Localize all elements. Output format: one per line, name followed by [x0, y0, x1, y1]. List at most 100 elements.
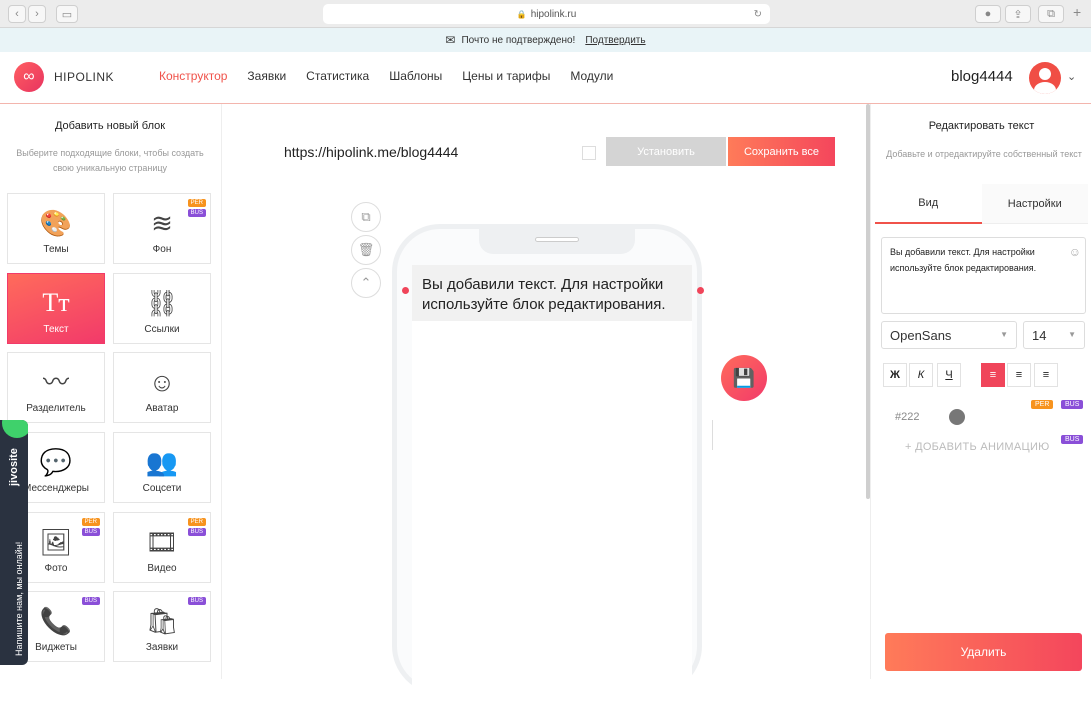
text-editor-value: Вы добавили текст. Для настройки использ… [890, 247, 1037, 273]
tab-view[interactable]: Вид [875, 184, 982, 224]
page-url[interactable]: https://hipolink.me/blog4444 [284, 144, 458, 160]
tile-label: Ссылки [144, 324, 180, 335]
floppy-save-icon[interactable]: 💾 [721, 355, 767, 401]
font-select-value: OpenSans [890, 327, 952, 343]
chat-widget[interactable]: jivosite Напишите нам, мы онлайн! [0, 420, 28, 665]
align-center-icon[interactable]: ≡ [1007, 363, 1031, 387]
download-icon[interactable]: ● [975, 5, 1001, 23]
tile-label: Заявки [145, 642, 179, 653]
avatar[interactable] [1029, 62, 1061, 94]
nav-requests[interactable]: Заявки [247, 69, 286, 83]
text-block[interactable]: Вы добавили текст. Для настройки использ… [412, 265, 692, 321]
install-button[interactable]: Установить [606, 137, 726, 166]
network-icon: 👥 [145, 447, 179, 477]
tile-divider[interactable]: 〰 Разделитель [7, 352, 105, 423]
align-right-icon[interactable]: ≡ [1034, 363, 1058, 387]
delete-button[interactable]: Удалить [885, 633, 1082, 671]
tile-label: Аватар [145, 403, 179, 414]
tabs-icon[interactable]: ⧉ [1038, 5, 1064, 23]
tile-label: Разделитель [26, 403, 86, 414]
save-all-button[interactable]: Сохранить все [728, 137, 835, 166]
forward-icon[interactable]: › [28, 5, 46, 23]
back-icon[interactable]: ‹ [8, 5, 26, 23]
trash-icon[interactable]: 🗑 [351, 235, 381, 265]
site-header: ∞ HIPOLINK Конструктор Заявки Статистика… [0, 52, 1091, 104]
emoji-icon[interactable]: ☺ [1069, 244, 1081, 260]
tile-video[interactable]: PER BUS 🎞 Видео [113, 512, 211, 583]
tab-settings[interactable]: Настройки [981, 184, 1088, 224]
add-animation-button[interactable]: + ДОБАВИТЬ АНИМАЦИЮ [905, 441, 1050, 453]
address-bar[interactable]: 🔒 hipolink.ru ↻ [323, 4, 770, 24]
size-select-value: 14 [1032, 327, 1047, 343]
chat-widget-text: Напишите нам, мы онлайн! [14, 541, 24, 656]
panel-subtitle: Добавьте и отредактируйте собственный те… [886, 149, 1082, 159]
chevron-up-icon[interactable]: ⌃ [351, 268, 381, 298]
badge-per: PER [1031, 400, 1054, 409]
nav-statistics[interactable]: Статистика [306, 69, 369, 83]
tile-themes[interactable]: 🎨 Темы [7, 193, 105, 264]
tile-avatar[interactable]: ☺ Аватар [113, 352, 211, 423]
tile-label: Фото [44, 563, 68, 574]
text-editor-field[interactable]: Вы добавили текст. Для настройки использ… [881, 237, 1086, 314]
chat-widget-brand: jivosite [8, 448, 20, 486]
tile-background[interactable]: PER BUS ≋ Фон [113, 193, 211, 264]
badge-bus: BUS [81, 597, 100, 605]
color-swatch[interactable] [949, 409, 965, 425]
tile-links[interactable]: ⛓ Ссылки [113, 273, 211, 344]
online-indicator [2, 420, 28, 438]
lock-icon: 🔒 [516, 9, 527, 19]
editor-canvas: https://hipolink.me/blog4444 Установить … [222, 104, 870, 705]
photo-icon: 🖼 [39, 527, 73, 557]
nav-constructor[interactable]: Конструктор [159, 69, 227, 83]
italic-button[interactable]: К [909, 363, 933, 387]
bag-icon: 🛍 [145, 606, 179, 636]
browser-toolbar: ‹ › ▭ 🔒 hipolink.ru ↻ ● ⇪ ⧉ + [0, 0, 1091, 28]
tile-text[interactable]: Tт Текст [7, 273, 105, 344]
underline-button[interactable]: Ч [937, 363, 961, 387]
chevron-down-icon[interactable]: ⌄ [1067, 70, 1076, 83]
bold-button[interactable]: Ж [883, 363, 907, 387]
tile-social[interactable]: 👥 Соцсети [113, 432, 211, 503]
tile-label: Темы [43, 244, 69, 255]
confirm-link[interactable]: Подтвердить [585, 35, 645, 46]
font-select[interactable]: OpenSans ▼ [881, 321, 1017, 349]
tile-requests[interactable]: BUS 🛍 Заявки [113, 591, 211, 662]
nav-modules[interactable]: Модули [570, 69, 613, 83]
sidebar-toggle-icon[interactable]: ▭ [56, 5, 78, 23]
add-block-panel: Добавить новый блок Выберите подходящие … [0, 104, 222, 679]
email-notice: ✉ Почто не подтверждено! Подтвердить [0, 28, 1091, 52]
panel-title: Редактировать текст [928, 120, 1035, 132]
brand-name[interactable]: HIPOLINK [54, 70, 114, 84]
username[interactable]: blog4444 [951, 68, 1013, 85]
chat-icon: 💬 [39, 447, 73, 477]
phone-screen: Вы добавили текст. Для настройки использ… [412, 265, 692, 705]
phone-speaker [535, 237, 579, 242]
chevron-down-icon: ▼ [1000, 330, 1008, 339]
panel-title: Добавить новый блок [54, 120, 166, 132]
color-hex[interactable]: #222 [895, 411, 919, 423]
block-handle-left[interactable] [402, 287, 409, 294]
reload-icon[interactable]: ↻ [754, 9, 762, 20]
layers-icon: ≋ [151, 208, 173, 238]
badge-per: PER [187, 199, 206, 207]
badge-bus: BUS [1061, 400, 1084, 409]
align-left-icon[interactable]: ≡ [981, 363, 1005, 387]
badge-per: PER [81, 518, 100, 526]
url-checkbox[interactable] [582, 146, 596, 160]
nav-pricing[interactable]: Цены и тарифы [462, 69, 550, 83]
share-icon[interactable]: ⇪ [1005, 5, 1031, 23]
panel-subtitle: Выберите подходящие блоки, чтобы создать… [16, 148, 204, 173]
copy-icon[interactable]: ⧉ [351, 202, 381, 232]
nav-templates[interactable]: Шаблоны [389, 69, 442, 83]
badge-bus: BUS [187, 209, 206, 217]
block-handle-right[interactable] [697, 287, 704, 294]
size-select[interactable]: 14 ▼ [1023, 321, 1085, 349]
address-text: hipolink.ru [530, 8, 577, 20]
new-tab-icon[interactable]: + [1073, 4, 1081, 20]
tile-label: Фон [152, 244, 172, 255]
logo-icon[interactable]: ∞ [14, 62, 44, 92]
tile-label: Текст [43, 324, 69, 335]
envelope-icon: ✉ [445, 33, 456, 47]
avatar-icon: ☺ [148, 367, 176, 397]
phone-icon: 📞 [39, 606, 73, 636]
